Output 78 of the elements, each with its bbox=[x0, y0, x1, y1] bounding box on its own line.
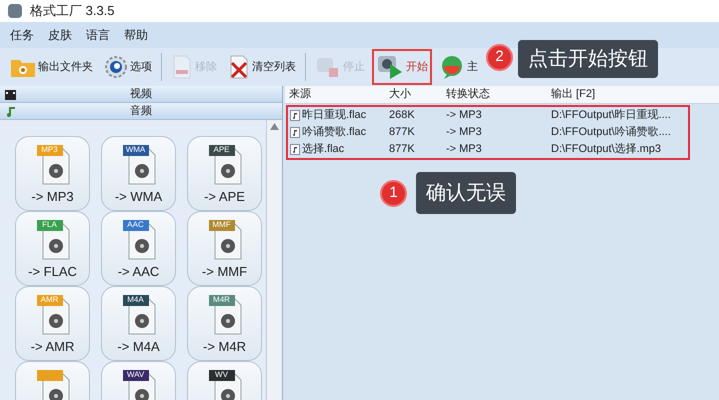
column-header[interactable]: 转换状态 bbox=[446, 86, 551, 103]
format-tag: FLA bbox=[36, 219, 62, 231]
gear-icon bbox=[104, 55, 128, 79]
format-button[interactable]: AAC -> AAC bbox=[101, 211, 176, 286]
format-button[interactable]: APE -> APE bbox=[187, 136, 262, 211]
format-button[interactable]: AMR -> AMR bbox=[15, 286, 90, 361]
audio-file-icon bbox=[206, 143, 242, 185]
table-cell-text: 选择.flac bbox=[302, 142, 344, 158]
music-file-icon bbox=[290, 127, 300, 138]
toolbar-button[interactable]: 开始 bbox=[372, 49, 432, 85]
column-header[interactable]: 输出 [F2] bbox=[551, 86, 719, 103]
format-button[interactable]: WMA -> WMA bbox=[101, 136, 176, 211]
format-tag: M4A bbox=[122, 294, 148, 306]
table-cell-text: D:\FFOutput\选择.mp3 bbox=[551, 142, 662, 158]
toolbar-button[interactable]: 清空列表 bbox=[224, 49, 300, 85]
column-header[interactable]: 大小 bbox=[389, 86, 446, 103]
format-tag: WAV bbox=[122, 369, 148, 381]
music-file-icon bbox=[290, 144, 300, 155]
section-label[interactable]: 音频 bbox=[130, 102, 152, 120]
menu-item[interactable]: 语言 bbox=[86, 26, 110, 44]
audio-file-icon bbox=[120, 293, 156, 335]
format-tag: WMA bbox=[122, 144, 148, 156]
format-button[interactable]: WV bbox=[187, 361, 262, 400]
format-tag: AMR bbox=[36, 294, 62, 306]
table-cell-text: -> MP3 bbox=[446, 108, 483, 124]
table-cell-text: 吟诵赞歌.flac bbox=[302, 125, 366, 140]
callout-label: 点击开始按钮 bbox=[518, 40, 658, 78]
speech-bubble-icon bbox=[439, 54, 465, 80]
menu-item[interactable]: 帮助 bbox=[124, 26, 148, 44]
format-button[interactable]: MMF -> MMF bbox=[187, 211, 262, 286]
menu-item[interactable]: 任务 bbox=[10, 26, 34, 44]
window-title: 格式工厂 3.3.5 bbox=[30, 2, 115, 20]
audio-file-icon bbox=[34, 368, 70, 400]
format-tag: WV bbox=[208, 369, 234, 381]
app-icon bbox=[8, 4, 22, 18]
table-cell-text: D:\FFOutput\昨日重现.... bbox=[551, 108, 672, 124]
table-cell-text: 877K bbox=[389, 142, 416, 158]
audio-file-icon bbox=[206, 218, 242, 260]
document-cross-icon bbox=[228, 55, 250, 79]
toolbar-button[interactable]: 主 bbox=[435, 49, 482, 85]
menu-item[interactable]: 皮肤 bbox=[48, 26, 72, 44]
table-cell-text: -> MP3 bbox=[446, 142, 483, 158]
audio-file-icon bbox=[206, 293, 242, 335]
format-button[interactable]: FLA -> FLAC bbox=[15, 211, 90, 286]
format-tag: M4R bbox=[208, 294, 234, 306]
table-cell-text: 昨日重现.flac bbox=[302, 108, 366, 124]
play-icon bbox=[376, 54, 404, 80]
table-cell-text: -> MP3 bbox=[446, 125, 483, 140]
audio-file-icon bbox=[120, 143, 156, 185]
format-button[interactable]: M4R -> M4R bbox=[187, 286, 262, 361]
audio-file-icon bbox=[206, 368, 242, 400]
format-button[interactable]: WAV bbox=[101, 361, 176, 400]
audio-file-icon bbox=[34, 293, 70, 335]
format-tag: MP3 bbox=[36, 144, 62, 156]
audio-file-icon bbox=[120, 218, 156, 260]
column-header[interactable]: 来源 bbox=[285, 86, 389, 103]
format-tag: AAC bbox=[122, 219, 148, 231]
section-label[interactable]: 视频 bbox=[130, 86, 152, 102]
audio-file-icon bbox=[34, 143, 70, 185]
music-note-icon bbox=[4, 105, 17, 118]
audio-file-icon bbox=[120, 368, 156, 400]
toolbar-button[interactable]: 选项 bbox=[100, 49, 156, 85]
table-cell-text: 268K bbox=[389, 108, 416, 124]
audio-file-icon bbox=[34, 218, 70, 260]
scroll-up-icon[interactable] bbox=[270, 123, 278, 130]
callout-label: 确认无误 bbox=[416, 172, 516, 214]
document-icon bbox=[171, 55, 193, 79]
format-tag: MMF bbox=[208, 219, 234, 231]
stop-icon bbox=[315, 55, 341, 79]
table-cell-text: 877K bbox=[389, 125, 416, 140]
format-tag: APE bbox=[208, 144, 234, 156]
film-icon bbox=[4, 88, 17, 101]
format-button[interactable]: M4A -> M4A bbox=[101, 286, 176, 361]
scrollbar[interactable] bbox=[266, 120, 281, 400]
toolbar-button[interactable]: 输出文件夹 bbox=[6, 49, 97, 85]
music-file-icon bbox=[290, 110, 300, 121]
table-cell-text: D:\FFOutput\吟诵赞歌.... bbox=[551, 125, 672, 140]
format-button[interactable]: MP3 -> MP3 bbox=[15, 136, 90, 211]
